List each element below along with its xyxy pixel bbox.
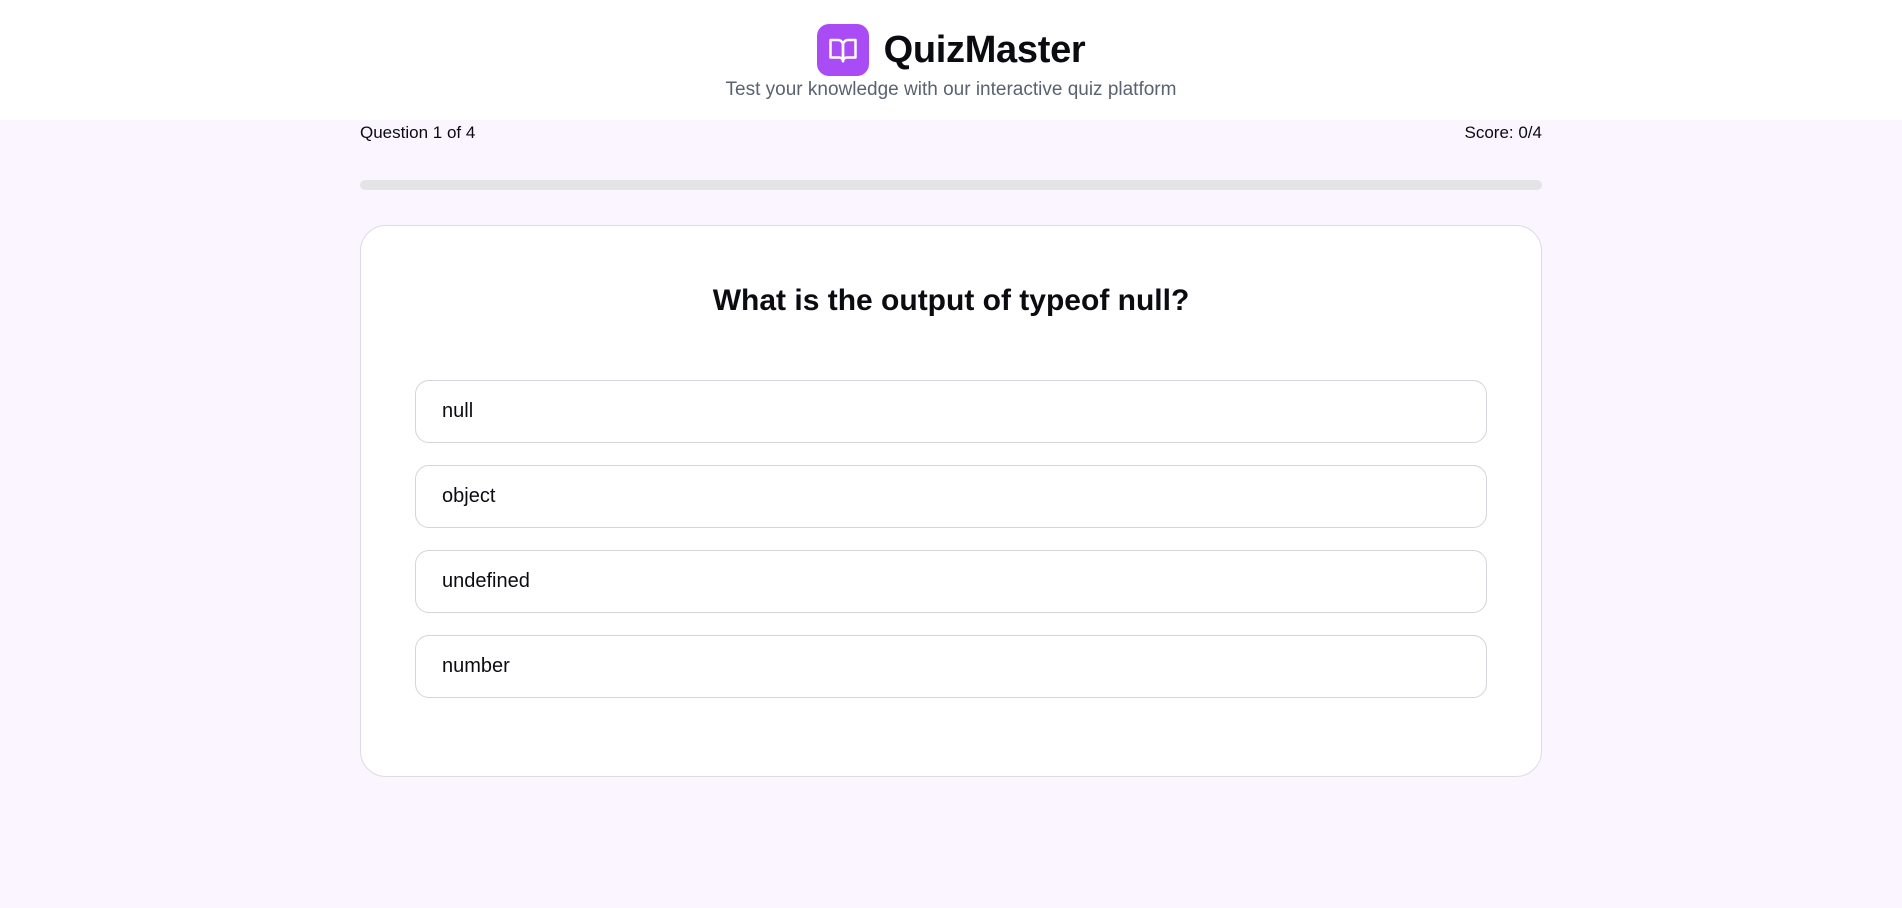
app-title: QuizMaster bbox=[883, 28, 1086, 71]
brand: QuizMaster bbox=[0, 24, 1902, 76]
answer-options: null object undefined number bbox=[415, 380, 1487, 720]
progress-bar bbox=[360, 180, 1542, 190]
book-open-icon bbox=[816, 24, 869, 76]
score-display: Score: 0/4 bbox=[1464, 123, 1543, 142]
question-text: What is the output of typeof null? bbox=[712, 284, 1190, 317]
answer-option[interactable]: number bbox=[415, 635, 1487, 698]
app-header: QuizMaster Test your knowledge with our … bbox=[0, 0, 1902, 120]
answer-option[interactable]: object bbox=[415, 465, 1487, 528]
question-counter: Question 1 of 4 bbox=[360, 123, 476, 142]
answer-option[interactable]: undefined bbox=[415, 550, 1487, 613]
answer-option[interactable]: null bbox=[415, 380, 1487, 443]
quiz-status-row: Question 1 of 4 Score: 0/4 bbox=[360, 123, 1542, 143]
app-subtitle: Test your knowledge with our interactive… bbox=[725, 79, 1177, 100]
question-card: What is the output of typeof null? null … bbox=[360, 225, 1542, 777]
